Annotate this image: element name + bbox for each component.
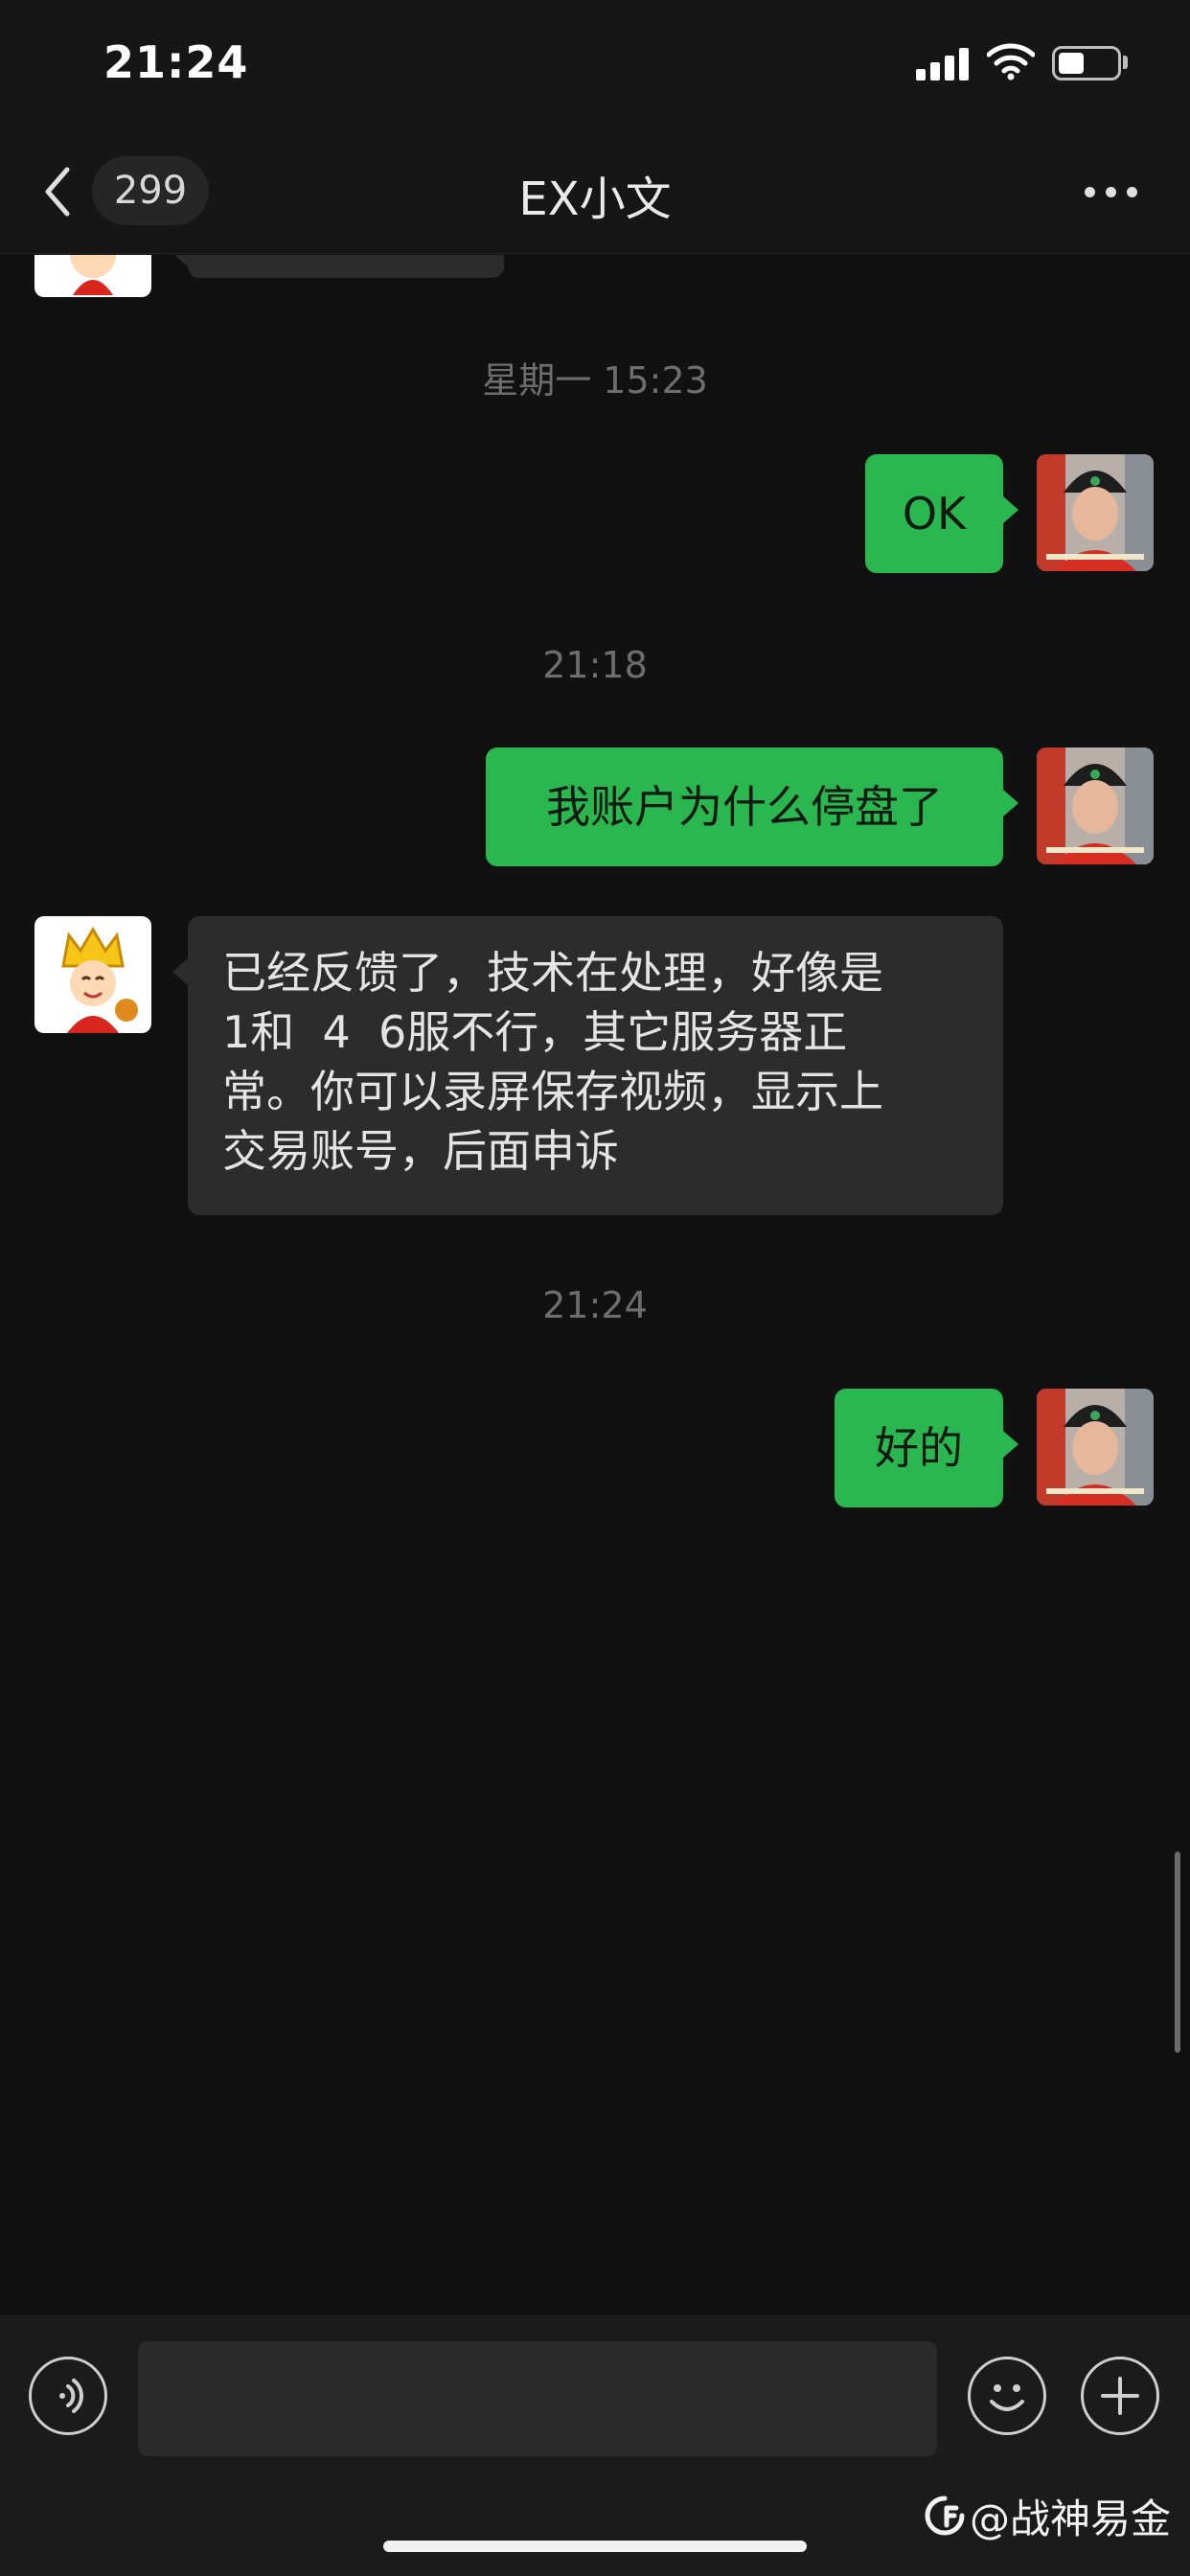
emoji-button[interactable] — [968, 2357, 1046, 2435]
more-options-button[interactable] — [1073, 168, 1150, 216]
outgoing-message-bubble[interactable]: OK — [865, 454, 1018, 573]
message-text: 已经反馈了，技术在处理，好像是 1和 4 6服不行，其它服务器正 常。你可以录屏… — [222, 947, 883, 1177]
voice-icon — [59, 2379, 83, 2413]
my-avatar[interactable] — [1037, 748, 1154, 864]
chat-header: 299 EX小文 — [0, 129, 1190, 254]
chat-message-list[interactable]: 星期一 15:23 OK 21:18 我账户为什么停盘了 已经反馈了，技术在处理… — [0, 255, 1190, 2315]
message-timestamp: 星期一 15:23 — [482, 359, 708, 402]
more-functions-button[interactable] — [1081, 2357, 1159, 2435]
message-timestamp: 21:18 — [542, 644, 648, 686]
scrollbar[interactable] — [1175, 1852, 1180, 2053]
home-indicator[interactable] — [383, 2541, 807, 2552]
plus-icon — [1101, 2377, 1139, 2415]
message-text: 我账户为什么停盘了 — [546, 781, 943, 833]
incoming-message-bubble[interactable]: 已经反馈了，技术在处理，好像是 1和 4 6服不行，其它服务器正 常。你可以录屏… — [172, 916, 1003, 1215]
cellular-signal-icon — [916, 48, 970, 80]
contact-avatar[interactable] — [34, 916, 151, 1033]
more-dot — [1106, 187, 1116, 197]
unread-count-badge[interactable]: 299 — [92, 156, 209, 225]
contact-avatar[interactable] — [34, 255, 151, 297]
message-text: 好的 — [875, 1422, 963, 1474]
input-bar: @战神易金 — [0, 2315, 1190, 2576]
emoji-icon — [990, 2384, 1024, 2411]
chevron-left-icon — [45, 167, 70, 217]
back-button[interactable] — [38, 158, 77, 225]
message-timestamp: 21:24 — [542, 1284, 648, 1326]
wifi-icon — [986, 42, 1036, 80]
message-text: OK — [902, 488, 967, 540]
voice-input-button[interactable] — [29, 2357, 107, 2435]
my-avatar[interactable] — [1037, 1389, 1154, 1506]
battery-level — [1059, 53, 1084, 74]
battery-tip — [1123, 56, 1128, 69]
battery-icon — [1052, 46, 1121, 80]
watermark: @战神易金 — [924, 2489, 1171, 2542]
toutiao-logo-icon — [925, 2496, 965, 2536]
outgoing-message-bubble[interactable]: 我账户为什么停盘了 — [486, 748, 1018, 866]
more-dot — [1127, 187, 1137, 197]
status-time: 21:24 — [103, 36, 249, 88]
previous-message-bubble[interactable] — [172, 255, 504, 278]
outgoing-message-bubble[interactable]: 好的 — [835, 1389, 1018, 1507]
my-avatar[interactable] — [1037, 454, 1154, 571]
watermark-text: @战神易金 — [970, 2495, 1172, 2542]
status-bar: 21:24 — [0, 0, 1190, 129]
more-dots-icon — [1085, 187, 1095, 197]
message-input[interactable] — [138, 2341, 937, 2456]
